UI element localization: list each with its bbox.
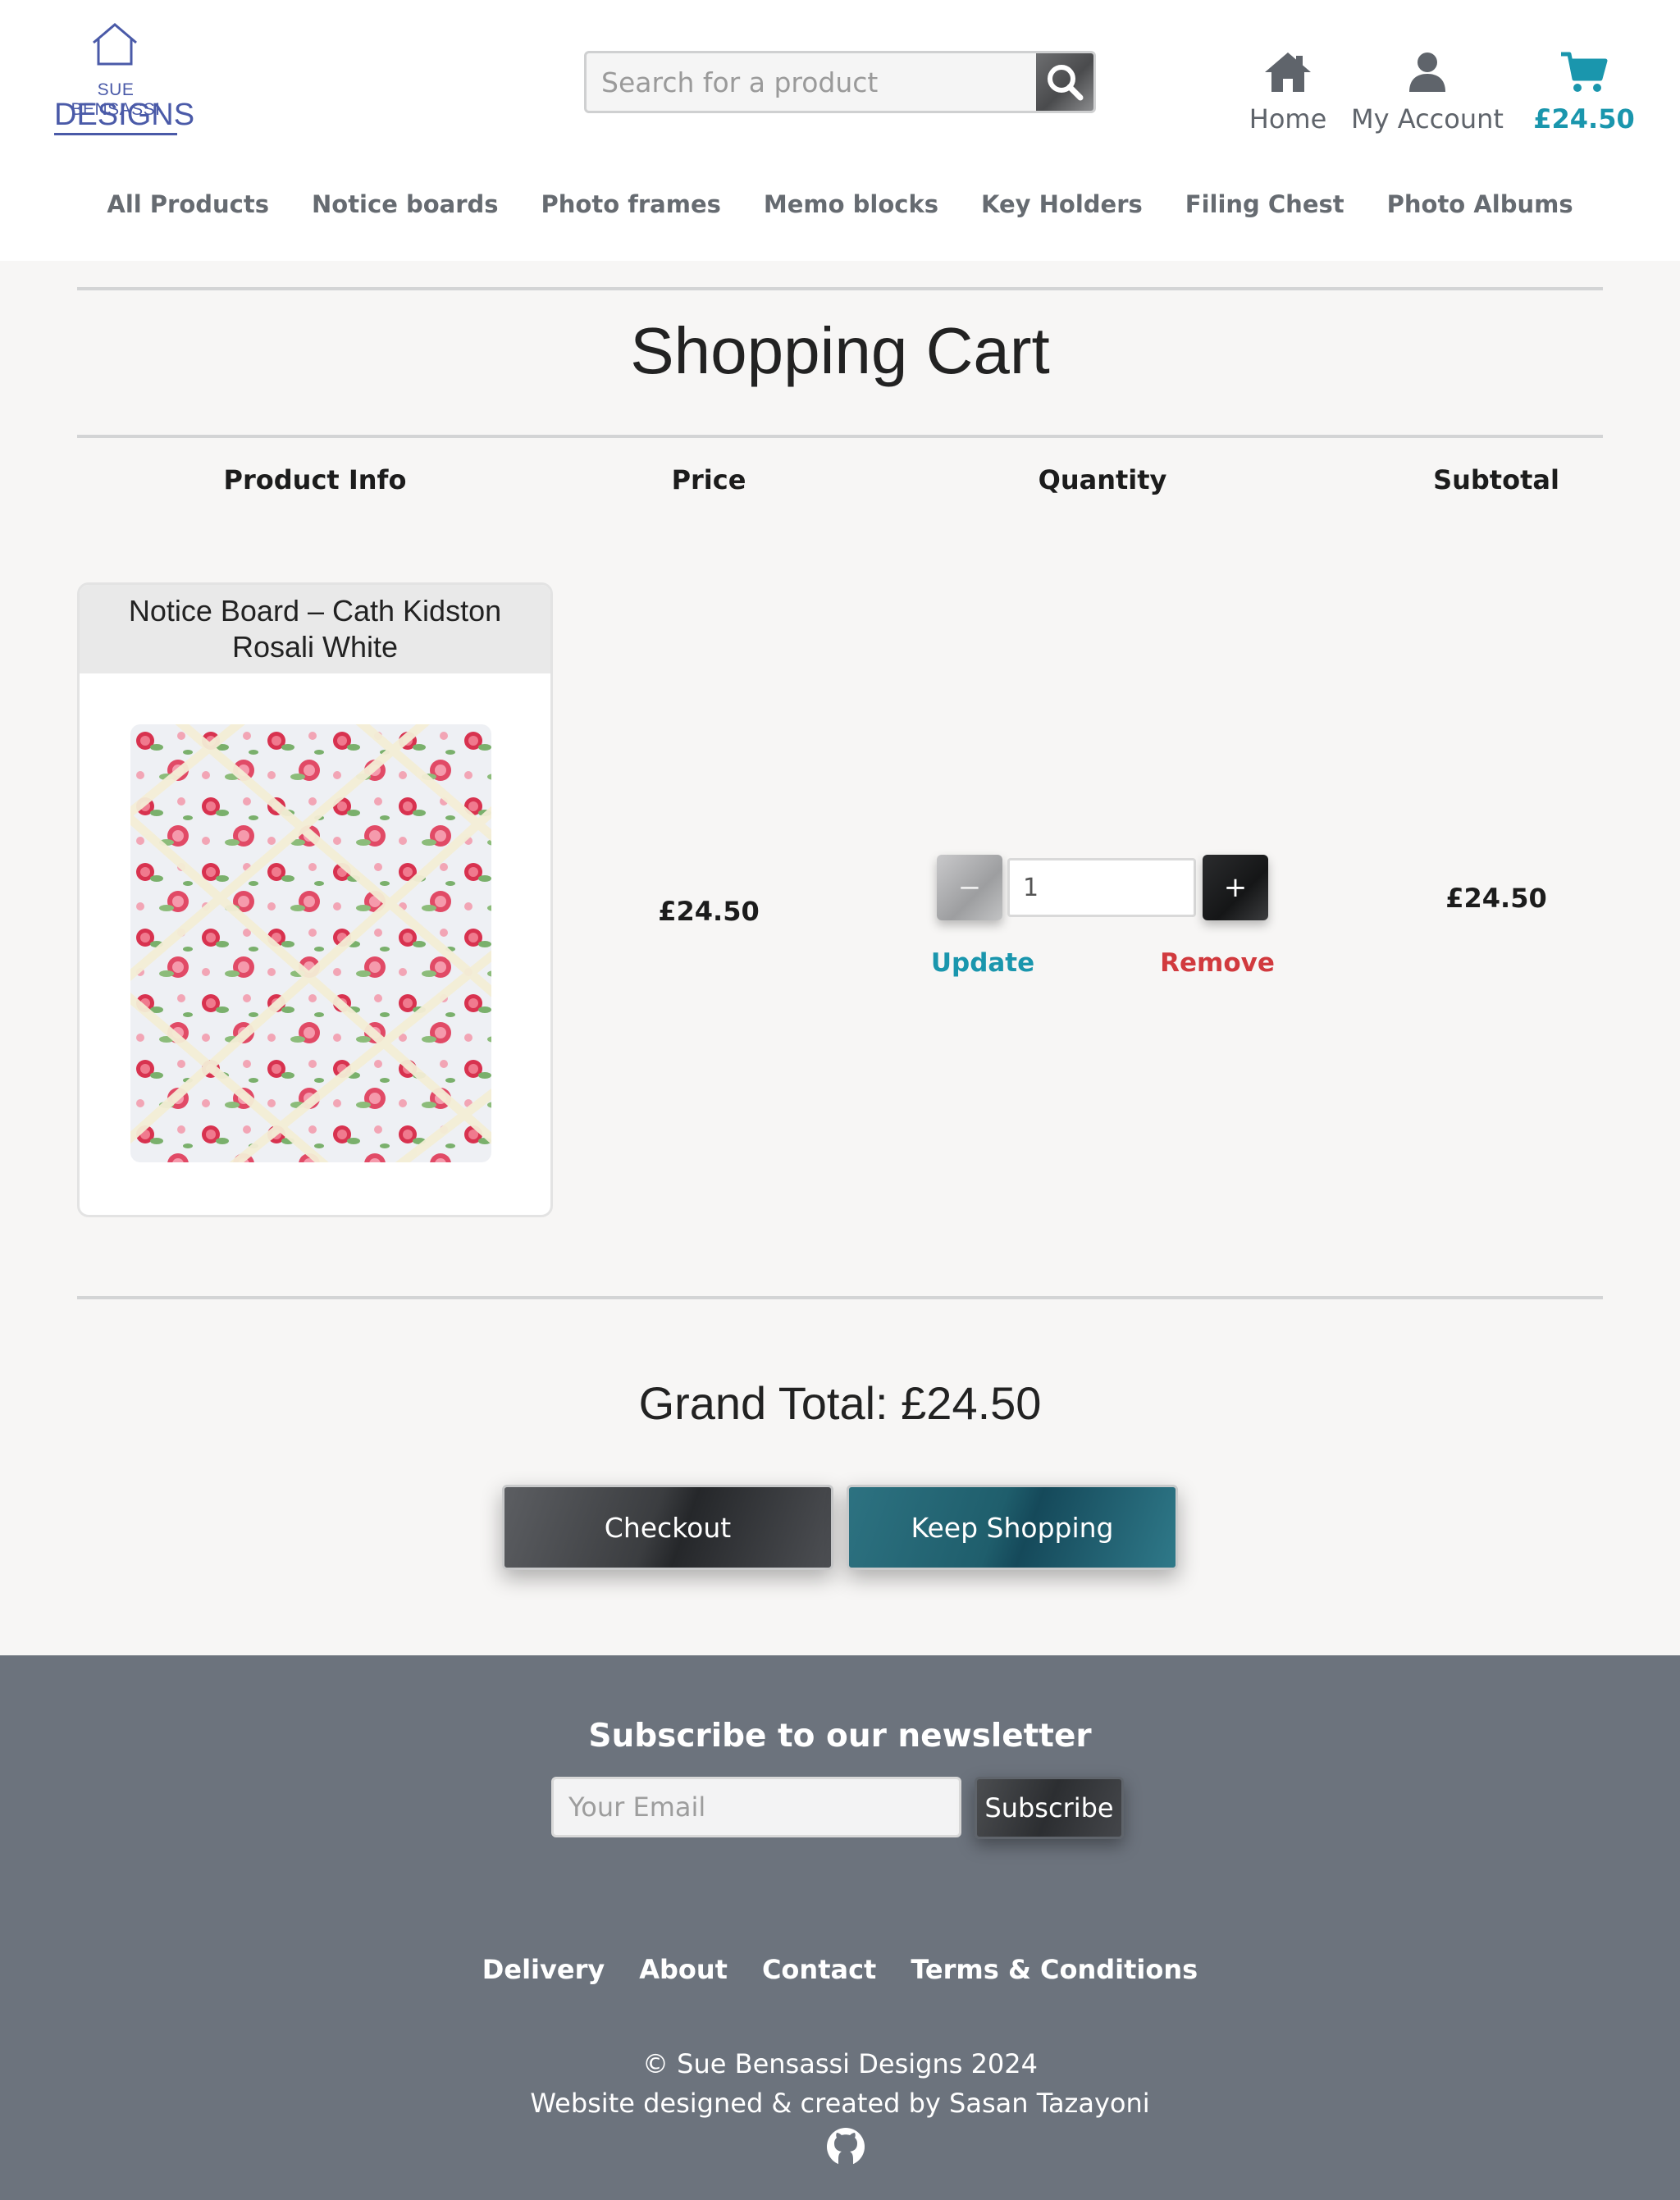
user-icon <box>1409 52 1445 92</box>
col-header-subtotal: Subtotal <box>1433 464 1559 495</box>
house-logo-icon <box>93 23 137 66</box>
menu-memo-blocks[interactable]: Memo blocks <box>764 190 938 218</box>
page-title: Shopping Cart <box>630 314 1050 387</box>
footer-link-about[interactable]: About <box>639 1954 728 1985</box>
col-header-quantity: Quantity <box>1038 464 1167 495</box>
divider <box>77 1296 1603 1299</box>
footer-links: Delivery About Contact Terms & Condition… <box>0 1954 1680 1985</box>
newsletter-title: Subscribe to our newsletter <box>588 1718 1092 1755</box>
col-header-product: Product Info <box>223 464 407 495</box>
github-icon <box>827 2128 865 2166</box>
floral-notice-board-image <box>130 724 491 1162</box>
nav-account-label: My Account <box>1351 103 1504 135</box>
quantity-stepper: − + <box>935 853 1271 922</box>
divider <box>77 287 1603 290</box>
nav-my-account[interactable]: My Account <box>1345 51 1509 135</box>
footer-link-delivery[interactable]: Delivery <box>482 1954 605 1985</box>
cart-total: £24.50 <box>1533 103 1635 135</box>
menu-notice-boards[interactable]: Notice boards <box>312 190 499 218</box>
menu-all-products[interactable]: All Products <box>107 190 269 218</box>
menu-key-holders[interactable]: Key Holders <box>981 190 1143 218</box>
footer-link-contact[interactable]: Contact <box>762 1954 876 1985</box>
nav-home-label: Home <box>1249 103 1327 135</box>
footer-link-terms[interactable]: Terms & Conditions <box>911 1954 1198 1985</box>
copyright: © Sue Bensassi Designs 2024 Website desi… <box>0 2044 1680 2123</box>
nav-home[interactable]: Home <box>1239 51 1337 135</box>
menu-filing-chest[interactable]: Filing Chest <box>1185 190 1344 218</box>
checkout-button[interactable]: Checkout <box>502 1485 833 1570</box>
menu-photo-frames[interactable]: Photo frames <box>541 190 721 218</box>
quantity-input[interactable] <box>1007 858 1196 917</box>
product-name: Notice Board – Cath Kidston Rosali White <box>80 585 550 673</box>
main-menu: All Products Notice boards Photo frames … <box>0 190 1680 218</box>
nav-cart[interactable]: £24.50 <box>1531 51 1637 135</box>
item-price: £24.50 <box>658 896 760 927</box>
site-logo[interactable]: SUE BENSASSI DESIGNS <box>51 21 194 136</box>
col-header-price: Price <box>671 464 746 495</box>
credit-text: Website designed & created by Sasan Taza… <box>530 2088 1150 2119</box>
subscribe-button[interactable]: Subscribe <box>975 1777 1124 1839</box>
search-bar <box>584 51 1096 113</box>
newsletter-email-input[interactable] <box>551 1777 961 1837</box>
logo-main-text: DESIGNS <box>54 97 194 135</box>
update-link[interactable]: Update <box>901 948 1065 978</box>
search-button[interactable] <box>1036 53 1093 111</box>
product-image[interactable] <box>130 724 491 1162</box>
copyright-text: © Sue Bensassi Designs 2024 <box>642 2048 1038 2079</box>
cart-icon <box>1561 52 1608 92</box>
site-footer: Subscribe to our newsletter Subscribe De… <box>0 1655 1680 2200</box>
grand-total: Grand Total: £24.50 <box>638 1377 1042 1429</box>
site-header: SUE BENSASSI DESIGNS Home My Account <box>0 0 1680 261</box>
divider <box>77 435 1603 438</box>
home-icon <box>1265 52 1311 92</box>
product-card[interactable]: Notice Board – Cath Kidston Rosali White <box>77 582 553 1217</box>
github-link[interactable] <box>825 2126 866 2167</box>
menu-photo-albums[interactable]: Photo Albums <box>1387 190 1573 218</box>
item-subtotal: £24.50 <box>1445 883 1547 914</box>
increment-button[interactable]: + <box>1203 855 1268 920</box>
search-input[interactable] <box>587 53 1036 111</box>
keep-shopping-button[interactable]: Keep Shopping <box>847 1485 1178 1570</box>
search-icon <box>1048 65 1084 101</box>
remove-link[interactable]: Remove <box>1135 948 1299 978</box>
decrement-button[interactable]: − <box>937 855 1002 920</box>
